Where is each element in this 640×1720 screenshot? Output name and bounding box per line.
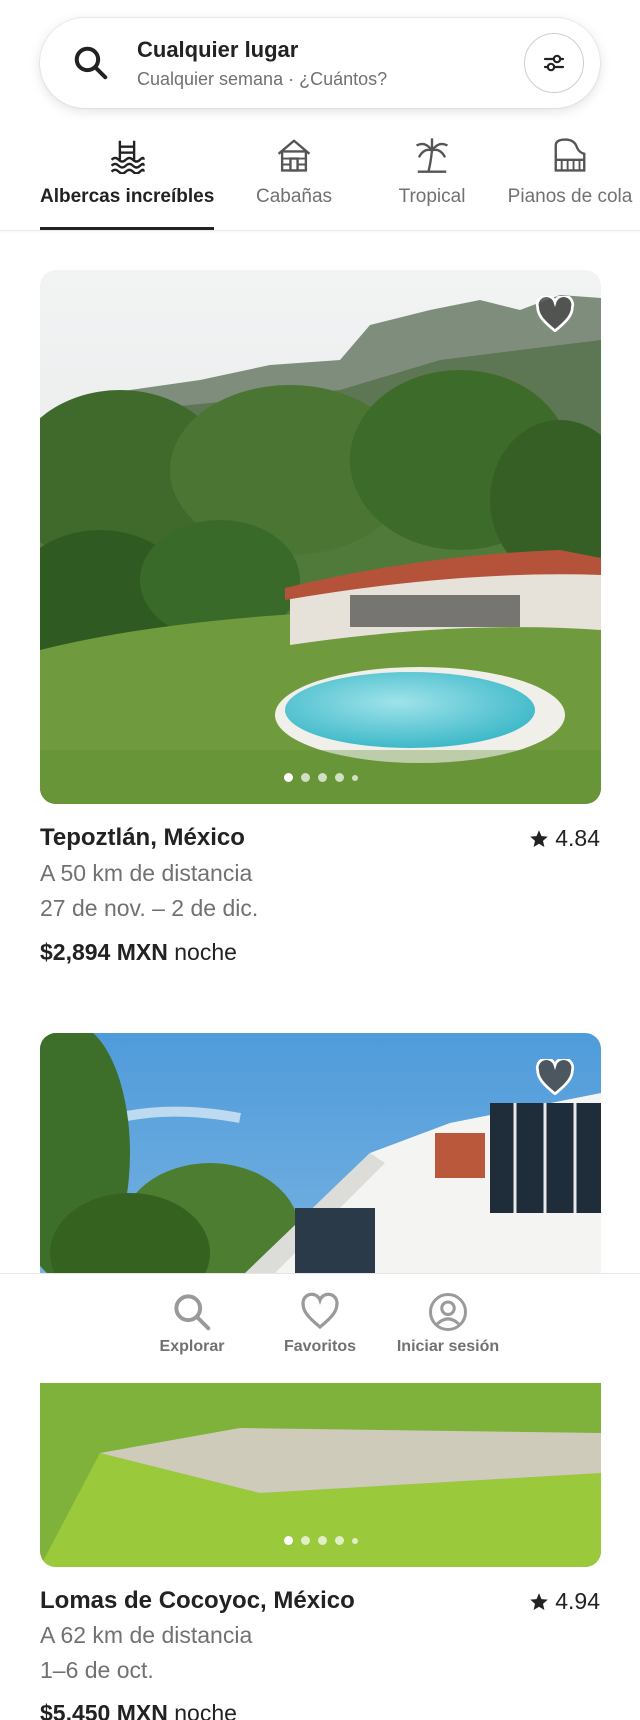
category-label: Albercas increíbles [40, 186, 215, 207]
listing-image [40, 270, 601, 804]
nav-login[interactable]: Iniciar sesión [383, 1292, 513, 1356]
pagination-dot [351, 1537, 358, 1544]
pagination-dot [317, 773, 327, 782]
star-icon [530, 1592, 548, 1610]
rating-value: 4.94 [555, 1588, 600, 1614]
pool-icon [110, 140, 145, 174]
price-unit: noche [174, 939, 237, 965]
category-bar: Albercas increíbles Cabañas Tropical Pia… [0, 130, 640, 230]
pagination-dot [300, 773, 310, 782]
pagination-dot [351, 774, 358, 781]
nav-favorites[interactable]: Favoritos [255, 1292, 385, 1356]
category-label: Cabañas [255, 186, 333, 207]
listing-dates: 1–6 de oct. [40, 1657, 154, 1683]
listing-rating: 4.94 [529, 1588, 600, 1615]
listing-photo[interactable] [40, 270, 601, 804]
price-amount: $2,894 MXN [40, 939, 168, 965]
photo-pagination [40, 1536, 601, 1545]
listing-dates: 27 de nov. – 2 de dic. [40, 895, 259, 921]
listing-distance: A 62 km de distancia [40, 1622, 253, 1648]
search-icon [174, 1294, 211, 1331]
pagination-dot [283, 1536, 293, 1545]
listing-distance: A 50 km de distancia [40, 860, 253, 886]
category-pools[interactable]: Albercas increíbles [40, 130, 214, 230]
cabin-icon [277, 139, 311, 172]
pagination-dot [334, 773, 344, 782]
category-pianos[interactable]: Pianos de cola [500, 130, 640, 230]
listing-location[interactable]: Tepoztlán, México [40, 824, 245, 852]
star-icon [530, 829, 548, 847]
listing-price: $2,894 MXN noche [40, 939, 237, 966]
pagination-dot [334, 1536, 344, 1545]
nav-label: Favoritos [283, 1338, 356, 1355]
category-cabins[interactable]: Cabañas [244, 130, 344, 230]
search-bar[interactable]: Cualquier lugar Cualquier semana · ¿Cuán… [40, 18, 600, 108]
photo-pagination [40, 773, 601, 782]
nav-label: Iniciar sesión [396, 1338, 500, 1355]
pagination-dot [283, 773, 293, 782]
category-label: Pianos de cola [507, 186, 633, 207]
listing-rating: 4.84 [529, 825, 600, 852]
filter-button[interactable] [524, 33, 584, 93]
search-destination[interactable]: Cualquier lugar [137, 37, 298, 63]
favorite-heart-icon[interactable] [535, 1059, 575, 1095]
nav-explore[interactable]: Explorar [127, 1292, 257, 1356]
search-details[interactable]: Cualquier semana · ¿Cuántos? [137, 69, 387, 90]
nav-label: Explorar [159, 1338, 225, 1355]
listing-price: $5,450 MXN noche [40, 1700, 237, 1720]
pagination-dot [300, 1536, 310, 1545]
filter-icon [543, 54, 565, 72]
profile-icon [429, 1293, 467, 1331]
listing-location[interactable]: Lomas de Cocoyoc, México [40, 1587, 355, 1615]
price-unit: noche [174, 1700, 237, 1720]
bottom-nav: Explorar Favoritos Iniciar sesión [0, 1273, 640, 1383]
favorite-heart-icon[interactable] [535, 296, 575, 332]
pagination-dot [317, 1536, 327, 1545]
heart-icon [301, 1292, 339, 1330]
category-label: Tropical [398, 186, 466, 207]
rating-value: 4.84 [555, 825, 600, 851]
category-divider [0, 230, 640, 231]
piano-icon [554, 138, 586, 172]
price-amount: $5,450 MXN [40, 1700, 168, 1720]
category-tropical[interactable]: Tropical [382, 130, 482, 230]
palm-tree-icon [415, 138, 449, 173]
search-icon [74, 46, 108, 80]
